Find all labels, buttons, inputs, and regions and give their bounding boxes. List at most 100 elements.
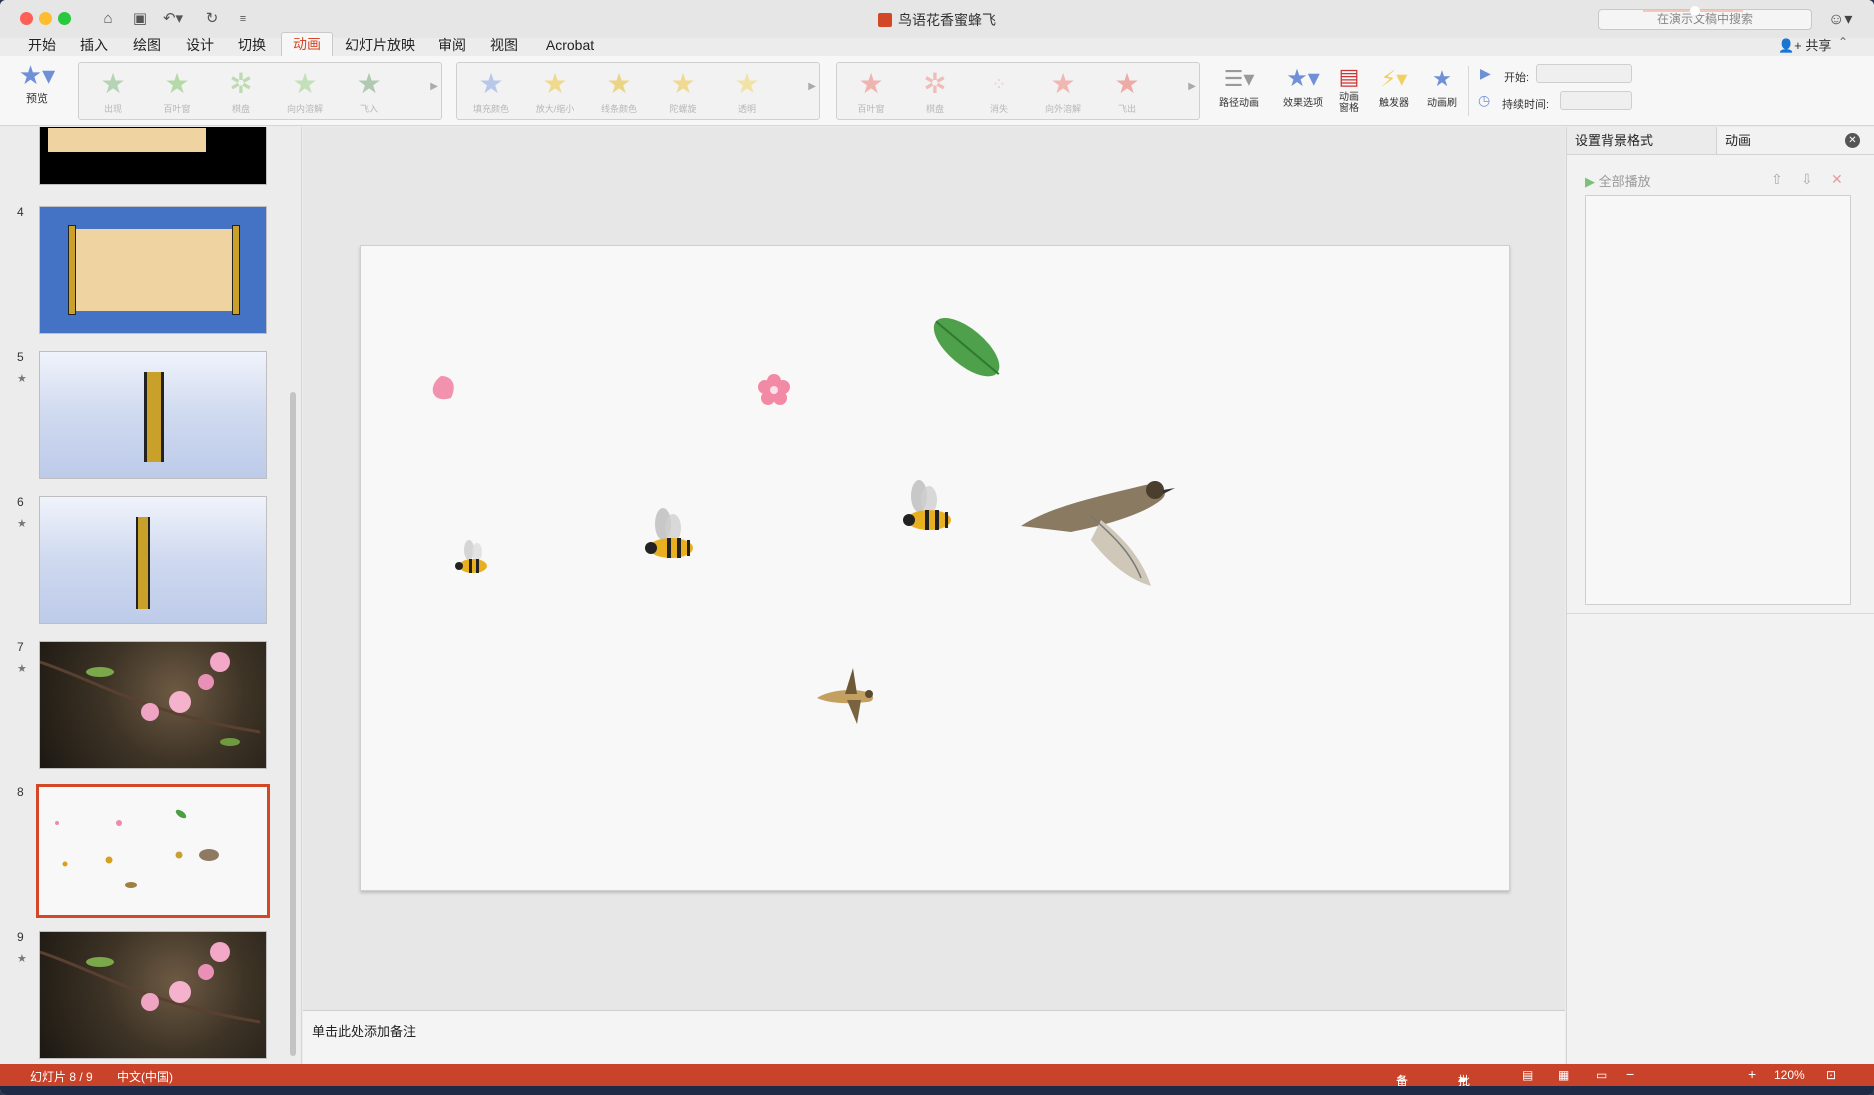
trigger-button[interactable]: ⚡▾ 触发器 xyxy=(1372,64,1416,109)
current-slide[interactable] xyxy=(360,245,1510,891)
tab-design[interactable]: 设计 xyxy=(184,34,216,56)
normal-view-icon[interactable]: ▤ xyxy=(1522,1068,1533,1082)
customize-toolbar-icon[interactable]: ≡ xyxy=(232,9,254,29)
effect-transparency[interactable]: ★ 透明 xyxy=(717,66,777,115)
slide-thumbnail-9[interactable] xyxy=(39,931,267,1059)
zoom-slider-knob[interactable] xyxy=(1690,6,1700,16)
effect-options-button[interactable]: ★▾ 效果选项 xyxy=(1276,64,1330,109)
exit-effects-gallery: ★ 百叶窗 ✲ 棋盘 ⁘ 消失 ★ 向外溶解 ★ 飞出 ▶ xyxy=(836,62,1200,120)
blue-yellow-star-icon: ★ xyxy=(478,68,504,99)
effect-disappear[interactable]: ⁘ 消失 xyxy=(969,66,1029,115)
search-input[interactable]: 在演示文稿中搜索 xyxy=(1598,9,1812,30)
bee-right[interactable] xyxy=(903,480,951,530)
bee-small[interactable] xyxy=(455,540,487,573)
red-dots-icon: ⁘ xyxy=(991,74,1007,94)
lightning-icon: ⚡▾ xyxy=(1380,66,1408,91)
zoom-window-button[interactable] xyxy=(58,12,71,25)
slide-thumbnail-5[interactable] xyxy=(39,351,267,479)
effect-line-color[interactable]: ★ 线条颜色 xyxy=(589,66,649,115)
zoom-level[interactable]: 120% xyxy=(1774,1068,1805,1082)
petal-shape[interactable] xyxy=(432,376,454,400)
effect-label: 飞入 xyxy=(359,104,378,114)
slide-sorter-icon[interactable]: ▦ xyxy=(1558,1068,1569,1082)
tab-acrobat[interactable]: Acrobat xyxy=(542,34,598,56)
notes-pane[interactable]: 单击此处添加备注 xyxy=(303,1010,1565,1064)
effect-fly-in[interactable]: ★ 飞入 xyxy=(339,66,399,115)
redo-icon[interactable]: ↻ xyxy=(201,9,223,29)
slide-thumbnail-8[interactable] xyxy=(36,784,270,918)
play-all-button[interactable]: ▶ 全部播放 xyxy=(1585,171,1651,190)
effect-dissolve-out[interactable]: ★ 向外溶解 xyxy=(1033,66,1093,115)
slide-thumbnail-3[interactable] xyxy=(39,127,267,185)
green-star-icon: ★ xyxy=(356,68,382,99)
scroll-paper xyxy=(70,229,238,311)
effect-blinds[interactable]: ★ 百叶窗 xyxy=(147,66,207,115)
move-up-icon[interactable]: ⇧ xyxy=(1771,171,1783,188)
animation-pane-icon: ▤ xyxy=(1338,64,1360,89)
effect-checkerboard-out[interactable]: ✲ 棋盘 xyxy=(905,66,965,115)
effect-fill-color[interactable]: ★ 填充颜色 xyxy=(461,66,521,115)
tab-animation-pane[interactable]: 动画 xyxy=(1717,127,1837,154)
minimize-window-button[interactable] xyxy=(39,12,52,25)
animation-star-icon: ★ xyxy=(17,953,27,965)
slide-thumbnail-7[interactable] xyxy=(39,641,267,769)
effect-appear[interactable]: ★ 出现 xyxy=(83,66,143,115)
tab-view[interactable]: 视图 xyxy=(488,34,520,56)
animation-painter-button[interactable]: ★ 动画刷 xyxy=(1422,64,1462,109)
effect-label: 向内溶解 xyxy=(286,104,323,114)
sparrow-large[interactable] xyxy=(1021,481,1175,586)
preview-button[interactable]: ★▾ 预览 xyxy=(12,60,62,106)
tab-slideshow[interactable]: 幻灯片放映 xyxy=(344,34,416,56)
flower-shape[interactable] xyxy=(758,374,790,405)
bee-medium[interactable] xyxy=(645,508,693,558)
small-bird[interactable] xyxy=(817,668,873,724)
green-star-icon: ✲ xyxy=(229,68,253,99)
zoom-in-icon[interactable]: + xyxy=(1748,1066,1756,1082)
collapse-ribbon-button[interactable]: ⌃ xyxy=(1838,35,1848,49)
effect-label: 棋盘 xyxy=(231,104,250,114)
remove-icon[interactable]: ✕ xyxy=(1831,171,1843,188)
zoom-out-icon[interactable]: − xyxy=(1626,1066,1634,1082)
slide-thumbnail-6[interactable] xyxy=(39,496,267,624)
effect-checkerboard[interactable]: ✲ 棋盘 xyxy=(211,66,271,115)
leaf-shape[interactable] xyxy=(924,308,1010,388)
animation-star-icon: ★ xyxy=(17,663,27,675)
share-button[interactable]: 👤+ 共享 xyxy=(1778,35,1831,54)
tab-animations[interactable]: 动画 xyxy=(281,32,333,57)
home-icon[interactable]: ⌂ xyxy=(97,9,119,29)
tab-review[interactable]: 审阅 xyxy=(436,34,468,56)
tab-draw[interactable]: 绘图 xyxy=(131,34,163,56)
tab-transitions[interactable]: 切换 xyxy=(236,34,268,56)
effect-blinds-out[interactable]: ★ 百叶窗 xyxy=(841,66,901,115)
slide-number: 9 xyxy=(17,930,24,944)
tab-insert[interactable]: 插入 xyxy=(78,34,110,56)
effect-spin[interactable]: ★ 陀螺旋 xyxy=(653,66,713,115)
thumbnail-scrollbar[interactable] xyxy=(290,392,296,1056)
gallery-more-icon[interactable]: ▶ xyxy=(808,81,816,92)
tab-home[interactable]: 开始 xyxy=(26,34,58,56)
gallery-more-icon[interactable]: ▶ xyxy=(1188,81,1196,92)
path-animation-label: 路径动画 xyxy=(1219,98,1259,109)
close-window-button[interactable] xyxy=(20,12,33,25)
tab-format-background[interactable]: 设置背景格式 xyxy=(1567,127,1717,154)
move-down-icon[interactable]: ⇩ xyxy=(1801,171,1813,188)
close-panel-icon[interactable]: ✕ xyxy=(1845,133,1860,148)
language-indicator[interactable]: 中文(中国) xyxy=(117,1068,173,1085)
undo-icon[interactable]: ↶▾ xyxy=(162,9,184,29)
feedback-smiley-icon[interactable]: ☺▾ xyxy=(1828,9,1852,29)
effect-fly-out[interactable]: ★ 飞出 xyxy=(1097,66,1157,115)
slideshow-view-icon[interactable]: ▭ xyxy=(1596,1068,1607,1082)
effect-dissolve-in[interactable]: ★ 向内溶解 xyxy=(275,66,335,115)
slide-thumbnail-4[interactable] xyxy=(39,206,267,334)
save-icon[interactable]: ▣ xyxy=(129,9,151,29)
animation-list[interactable] xyxy=(1585,195,1851,605)
preview-star-icon: ★▾ xyxy=(18,60,56,90)
effect-grow-shrink[interactable]: ★ 放大/缩小 xyxy=(525,66,585,115)
start-dropdown[interactable] xyxy=(1536,64,1632,83)
fit-slide-icon[interactable]: ⊡ xyxy=(1826,1068,1836,1082)
duration-stepper[interactable] xyxy=(1560,91,1632,110)
effect-label: 百叶窗 xyxy=(857,104,885,114)
animation-pane-button[interactable]: ▤ 动画 窗格 xyxy=(1336,62,1362,114)
gallery-more-icon[interactable]: ▶ xyxy=(430,81,438,92)
path-animation-button[interactable]: ☰▾ 路径动画 xyxy=(1212,64,1266,109)
